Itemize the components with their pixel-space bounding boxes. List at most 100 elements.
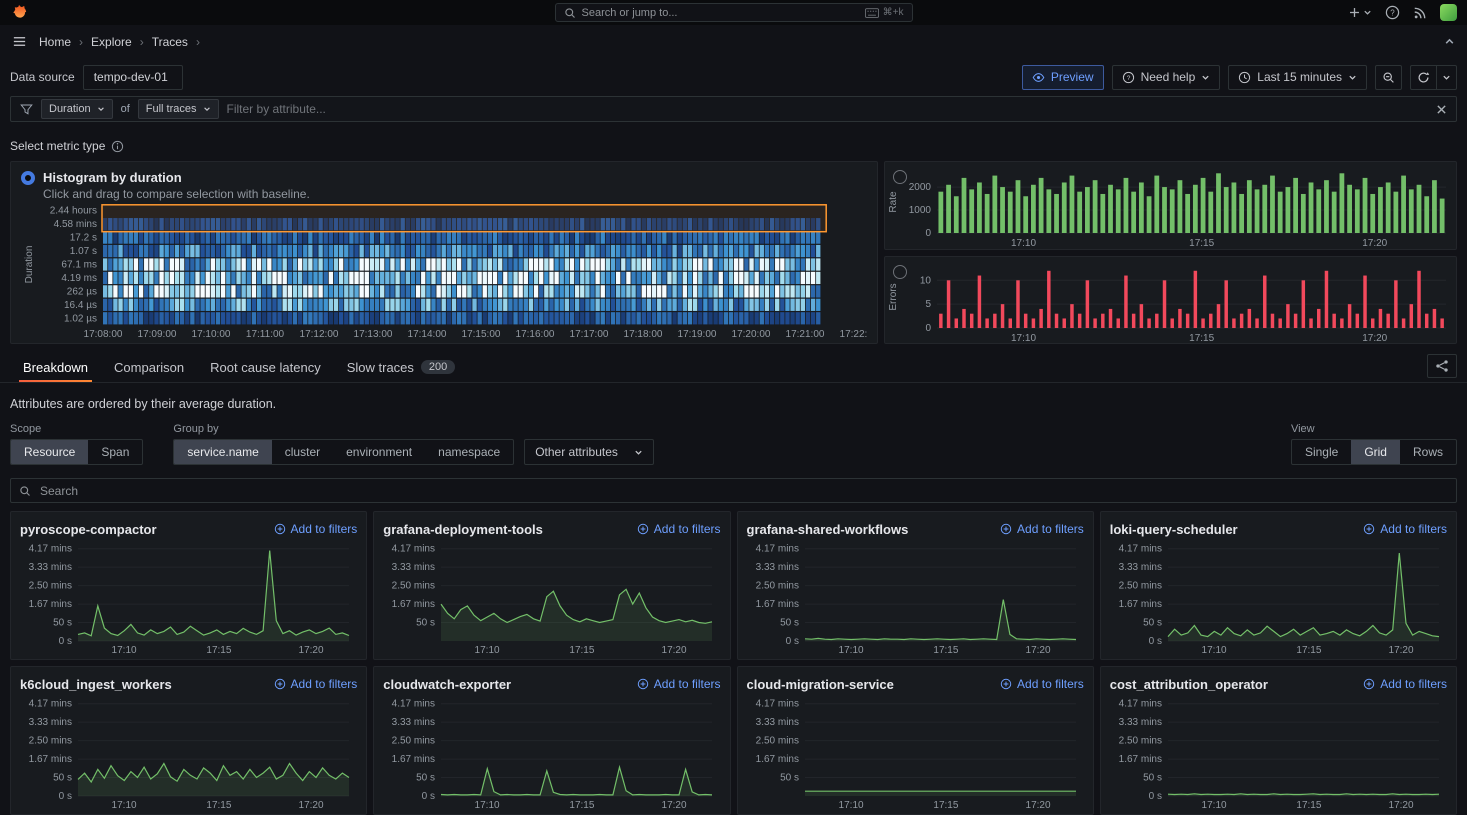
svg-text:0 s: 0 s [422, 791, 435, 802]
tab-root-cause-latency[interactable]: Root cause latency [197, 352, 334, 382]
service-duration-chart[interactable]: 4.17 mins3.33 mins2.50 mins1.67 mins50 s… [383, 539, 720, 656]
scope-group: ResourceSpan [10, 439, 143, 465]
service-duration-chart[interactable]: 4.17 mins3.33 mins2.50 mins1.67 mins50 s… [747, 694, 1084, 811]
breadcrumb-item-home[interactable]: Home [39, 35, 71, 49]
view-option-single[interactable]: Single [1292, 440, 1351, 464]
groupby-option-service-name[interactable]: service.name [174, 440, 271, 464]
service-panel-grafana-deployment-tools: grafana-deployment-tools Add to filters 4.… [373, 511, 730, 660]
help-button[interactable]: ? [1385, 5, 1400, 20]
service-panel-header: grafana-shared-workflowsAdd to filters [747, 519, 1084, 539]
svg-text:2.50 mins: 2.50 mins [755, 736, 798, 747]
filter-icon [20, 103, 33, 116]
time-range-picker[interactable]: Last 15 minutes [1228, 65, 1367, 90]
svg-text:?: ? [1390, 8, 1395, 17]
service-duration-chart[interactable]: 4.17 mins3.33 mins2.50 mins1.67 mins50 s… [20, 539, 357, 656]
add-to-filters-button[interactable]: Add to filters [637, 522, 721, 536]
breadcrumb: Home›Explore›Traces› [39, 35, 200, 49]
scope-option-span[interactable]: Span [88, 440, 142, 464]
preview-button[interactable]: Preview [1022, 65, 1104, 90]
traces-type-dropdown[interactable]: Full traces [138, 99, 219, 119]
service-title: cost_attribution_operator [1110, 677, 1268, 692]
service-duration-chart[interactable]: 4.17 mins3.33 mins2.50 mins1.67 mins50 s… [20, 694, 357, 811]
svg-text:17:10: 17:10 [838, 645, 863, 656]
service-duration-chart[interactable]: 4.17 mins3.33 mins2.50 mins1.67 mins50 s… [747, 539, 1084, 656]
svg-text:17:18:00: 17:18:00 [624, 329, 663, 340]
rate-panel: Rate01000200017:1017:1517:20 [884, 161, 1457, 250]
user-avatar[interactable] [1440, 4, 1457, 21]
plus-circle-icon [274, 523, 286, 535]
service-title: grafana-deployment-tools [383, 522, 543, 537]
refresh-interval-button[interactable] [1437, 65, 1457, 90]
eye-icon [1032, 71, 1045, 84]
svg-text:50 s: 50 s [53, 618, 72, 629]
news-button[interactable] [1413, 6, 1427, 20]
svg-text:17:13:00: 17:13:00 [354, 329, 393, 340]
service-duration-chart[interactable]: 4.17 mins3.33 mins2.50 mins1.67 mins50 s… [1110, 694, 1447, 811]
histogram-selection[interactable] [102, 205, 826, 232]
grafana-app: Search or jump to... ⌘+k [0, 0, 1467, 815]
collapse-controls-button[interactable] [1444, 36, 1455, 47]
tabs: Breakdown ComparisonRoot cause latencySlo… [10, 352, 468, 382]
groupby-label: Group by [173, 423, 654, 435]
add-to-filters-button[interactable]: Add to filters [274, 522, 358, 536]
add-to-filters-label: Add to filters [291, 522, 358, 536]
other-attributes-dropdown[interactable]: Other attributes [524, 439, 654, 465]
tab-breakdown[interactable]: Breakdown [10, 352, 101, 382]
rate-radio[interactable] [893, 170, 907, 184]
info-circle-icon[interactable] [111, 140, 124, 153]
add-to-filters-button[interactable]: Add to filters [1000, 677, 1084, 691]
svg-text:0: 0 [925, 228, 931, 239]
attribute-filter-input[interactable]: Filter by attribute... [227, 102, 326, 116]
tab-slow-traces[interactable]: Slow traces200 [334, 352, 469, 382]
breadcrumb-item-explore[interactable]: Explore [91, 35, 132, 49]
svg-text:17:20: 17:20 [1362, 238, 1387, 249]
share-button[interactable] [1427, 354, 1457, 378]
view-option-rows[interactable]: Rows [1400, 440, 1456, 464]
add-to-filters-button[interactable]: Add to filters [1363, 522, 1447, 536]
need-help-button[interactable]: ? Need help [1112, 65, 1221, 90]
rate-chart[interactable]: Rate01000200017:1017:1517:20 [885, 162, 1456, 249]
duration-heatmap-chart[interactable]: Duration2.44 hours4.58 mins17.2 s1.07 s6… [21, 201, 867, 341]
scope-label: Scope [10, 423, 143, 435]
service-duration-chart[interactable]: 4.17 mins3.33 mins2.50 mins1.67 mins50 s… [1110, 539, 1447, 656]
grafana-logo[interactable] [10, 4, 28, 22]
top-search[interactable]: Search or jump to... ⌘+k [555, 3, 913, 22]
tab-label: Breakdown [23, 360, 88, 375]
add-to-filters-button[interactable]: Add to filters [637, 677, 721, 691]
svg-text:5: 5 [925, 299, 931, 310]
svg-text:1.67 mins: 1.67 mins [1118, 599, 1161, 610]
datasource-picker[interactable]: tempo-dev-01 [83, 65, 183, 90]
rss-icon [1413, 6, 1427, 20]
tab-comparison[interactable]: Comparison [101, 352, 197, 382]
add-to-filters-label: Add to filters [291, 677, 358, 691]
breadcrumb-separator: › [196, 35, 200, 49]
svg-text:17:11:00: 17:11:00 [246, 329, 285, 340]
scope-option-resource[interactable]: Resource [11, 440, 88, 464]
add-to-filters-button[interactable]: Add to filters [1000, 522, 1084, 536]
chevron-down-icon [203, 105, 211, 113]
duration-filter-dropdown[interactable]: Duration [41, 99, 113, 119]
add-menu-button[interactable] [1348, 6, 1372, 19]
zoom-out-button[interactable] [1375, 65, 1402, 90]
groupby-option-cluster[interactable]: cluster [272, 440, 333, 464]
plus-circle-icon [274, 678, 286, 690]
service-duration-chart[interactable]: 4.17 mins3.33 mins2.50 mins1.67 mins50 s… [383, 694, 720, 811]
add-to-filters-button[interactable]: Add to filters [274, 677, 358, 691]
groupby-option-environment[interactable]: environment [333, 440, 425, 464]
errors-radio[interactable] [893, 265, 907, 279]
refresh-button[interactable] [1410, 65, 1437, 90]
mega-menu-toggle[interactable] [12, 34, 27, 49]
breadcrumb-item-traces[interactable]: Traces [152, 35, 188, 49]
histogram-radio[interactable] [21, 171, 35, 185]
clear-filters-button[interactable] [1436, 104, 1447, 115]
view-option-grid[interactable]: Grid [1351, 440, 1400, 464]
add-to-filters-label: Add to filters [654, 677, 721, 691]
svg-text:17:15: 17:15 [570, 800, 595, 811]
svg-text:17:20: 17:20 [662, 800, 687, 811]
svg-text:67.1 ms: 67.1 ms [61, 260, 97, 271]
plus-circle-icon [1363, 678, 1375, 690]
add-to-filters-button[interactable]: Add to filters [1363, 677, 1447, 691]
errors-chart[interactable]: Errors051017:1017:1517:20 [885, 257, 1456, 344]
groupby-option-namespace[interactable]: namespace [425, 440, 513, 464]
breakdown-search-input[interactable] [38, 483, 1448, 499]
